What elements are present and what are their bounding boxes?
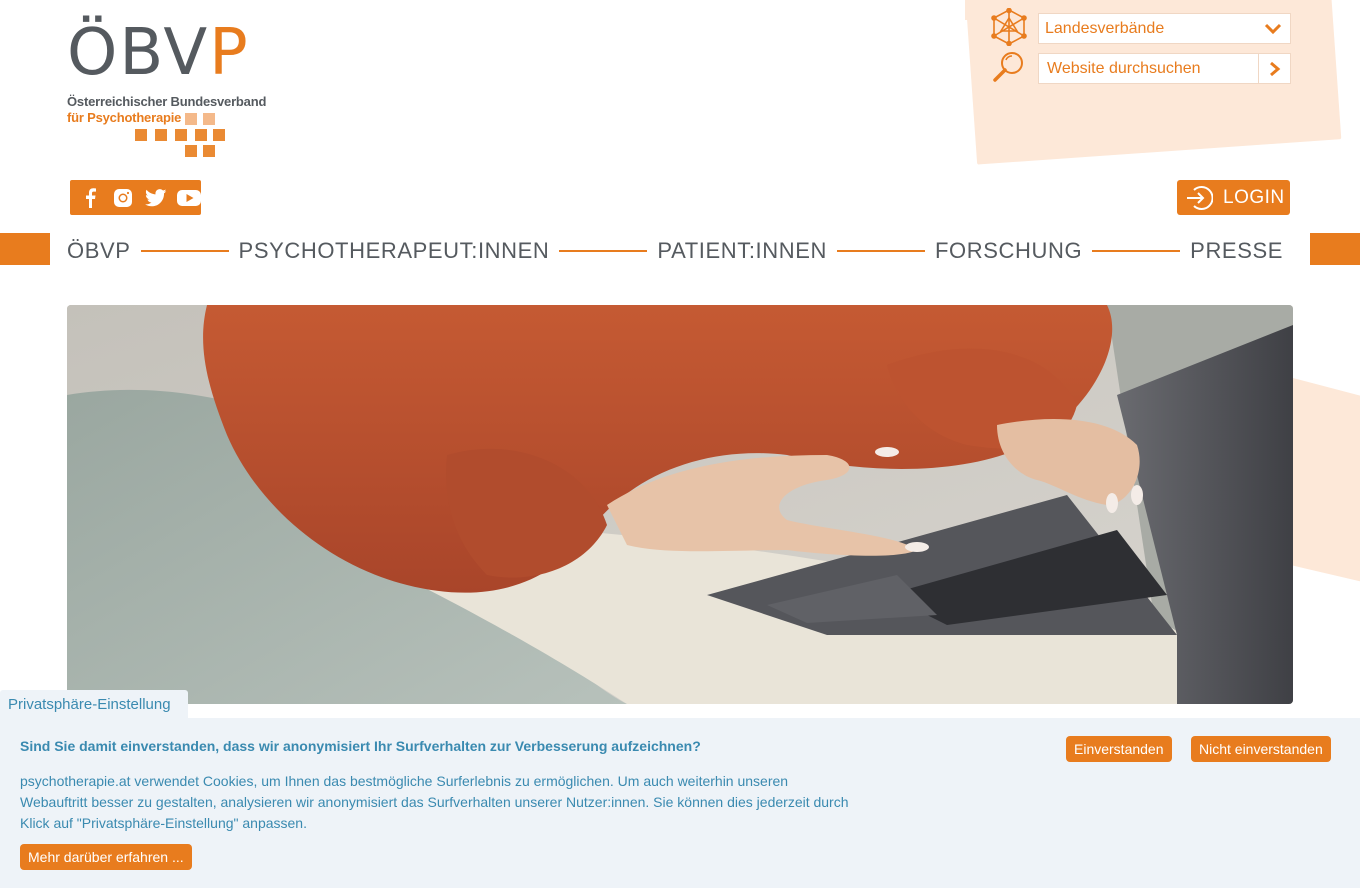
logo-square bbox=[185, 113, 197, 125]
nav-divider bbox=[1092, 250, 1181, 252]
nav-divider bbox=[559, 250, 648, 252]
accept-button[interactable]: Einverstanden bbox=[1066, 736, 1172, 762]
main-navigation: ÖBVP PSYCHOTHERAPEUT:INNEN PATIENT:INNEN… bbox=[67, 235, 1283, 267]
chevron-down-icon bbox=[1264, 23, 1282, 34]
logo-square bbox=[203, 145, 215, 157]
logo-square bbox=[175, 129, 187, 141]
logo-square bbox=[155, 129, 167, 141]
login-button[interactable]: LOGIN bbox=[1177, 180, 1290, 215]
privacy-settings-tab[interactable]: Privatsphäre-Einstellung bbox=[0, 690, 188, 720]
obvp-logo[interactable]: ÖBVP Österreichischer Bundesverband für … bbox=[67, 18, 267, 160]
cookie-description: psychotherapie.at verwendet Cookies, um … bbox=[20, 773, 849, 831]
landesverbaende-select[interactable]: Landesverbände bbox=[1038, 13, 1291, 44]
nav-item-psychotherapeutinnen[interactable]: PSYCHOTHERAPEUT:INNEN bbox=[239, 238, 550, 264]
social-links bbox=[70, 180, 201, 215]
more-info-button[interactable]: Mehr darüber erfahren ... bbox=[20, 844, 192, 870]
nav-item-presse[interactable]: PRESSE bbox=[1190, 238, 1283, 264]
site-search bbox=[1038, 53, 1291, 84]
nav-item-forschung[interactable]: FORSCHUNG bbox=[935, 238, 1082, 264]
nav-item-patientinnen[interactable]: PATIENT:INNEN bbox=[657, 238, 827, 264]
logo-square bbox=[135, 129, 147, 141]
twitter-icon[interactable] bbox=[144, 186, 167, 210]
cookie-question: Sind Sie damit einverstanden, dass wir a… bbox=[20, 738, 701, 754]
nav-divider bbox=[836, 250, 925, 252]
hero-decoration-right bbox=[1293, 378, 1360, 582]
decline-button[interactable]: Nicht einverstanden bbox=[1191, 736, 1331, 762]
login-label: LOGIN bbox=[1223, 186, 1285, 208]
instagram-icon[interactable] bbox=[111, 186, 134, 210]
nav-divider bbox=[140, 250, 229, 252]
logo-square bbox=[213, 129, 225, 141]
logo-subtitle-line1: Österreichischer Bundesverband bbox=[67, 94, 267, 109]
facebook-icon[interactable] bbox=[78, 186, 101, 210]
logo-wordmark: ÖBVP bbox=[67, 16, 250, 90]
login-arrow-icon bbox=[1185, 184, 1213, 212]
search-submit-button[interactable] bbox=[1258, 54, 1290, 83]
logo-square bbox=[203, 113, 215, 125]
cookie-banner: Sind Sie damit einverstanden, dass wir a… bbox=[0, 718, 1360, 888]
logo-square bbox=[195, 129, 207, 141]
search-input[interactable] bbox=[1039, 54, 1259, 83]
magnifier-icon bbox=[992, 50, 1026, 84]
logo-square bbox=[185, 145, 197, 157]
logo-subtitle-line2: für Psychotherapie bbox=[67, 110, 182, 125]
landesverbaende-selected: Landesverbände bbox=[1045, 19, 1165, 37]
network-icon bbox=[990, 7, 1028, 47]
chevron-right-icon bbox=[1269, 61, 1280, 76]
nav-item-obvp[interactable]: ÖBVP bbox=[67, 238, 131, 264]
nav-decoration-left bbox=[0, 233, 50, 265]
youtube-icon[interactable] bbox=[177, 186, 201, 210]
nav-decoration-right bbox=[1310, 233, 1360, 265]
hero-image bbox=[67, 305, 1293, 704]
